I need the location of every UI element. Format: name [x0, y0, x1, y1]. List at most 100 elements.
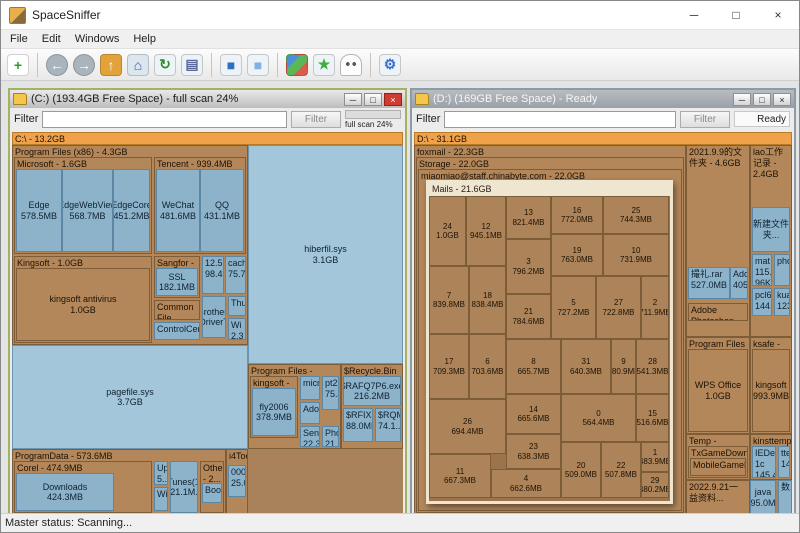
treemap-file-block[interactable]: 撮礼.rar 527.0MB [688, 267, 730, 299]
treemap-root-header[interactable]: D:\ - 31.1GB [414, 132, 792, 145]
ghost-filter-button[interactable] [339, 53, 363, 77]
treemap-mail-folder[interactable]: 18 838.4MB [469, 266, 506, 334]
treemap-mail-folder[interactable]: 6 703.6MB [469, 334, 506, 399]
treemap-mail-folder[interactable]: 23 638.3MB [506, 434, 561, 469]
treemap-mail-folder[interactable]: 26 694.4MB [429, 399, 506, 454]
treemap-folder[interactable]: Common File... [154, 300, 200, 320]
treemap-mail-folder[interactable]: 15 516.6MB [636, 394, 669, 442]
treemap-file-block[interactable]: Wir... [154, 487, 168, 511]
treemap-folder[interactable]: Adobe Photoshop CS... [688, 303, 748, 321]
treemap-file-block[interactable]: EdgeCore 451.2MB [113, 169, 150, 252]
treemap-file-block[interactable]: mat 115.8 96K [752, 254, 772, 286]
treemap-mail-folder[interactable]: 2 711.9MB [641, 276, 669, 339]
treemap-file-block[interactable]: QQ 431.1MB [200, 169, 244, 252]
treemap-file-block[interactable]: cach 75.7M [225, 256, 246, 294]
treemap-file-block[interactable]: Thunder... [228, 296, 246, 316]
treemap-file-block[interactable]: Pho 21.8M [322, 426, 339, 447]
treemap-mail-folder[interactable]: 10 731.9MB [603, 234, 669, 276]
treemap-mail-folder[interactable]: 31 640.3MB [561, 339, 611, 394]
treemap-mail-folder[interactable]: 0 564.4MB [561, 394, 636, 442]
treemap-file-block[interactable]: Up 5... [154, 461, 168, 485]
treemap-mail-folder[interactable]: 1 483.9MB [641, 442, 669, 472]
treemap-file-block[interactable]: $RFIX... 88.0MB [343, 408, 373, 442]
drive-d-window[interactable]: (D:) (169GB Free Space) - Ready ─ □ × Fi… [410, 88, 796, 513]
treemap-file-block[interactable]: Edge 578.5MB [16, 169, 62, 252]
treemap-file-block[interactable]: ControlCenter... [154, 322, 200, 340]
drive-c-window[interactable]: (C:) (193.4GB Free Space) - full scan 24… [8, 88, 407, 513]
menu-edit[interactable]: Edit [35, 32, 68, 46]
treemap-file-block[interactable]: IEDe 1c 145.4... [752, 446, 776, 478]
treemap-root-header[interactable]: C:\ - 13.2GB [12, 132, 403, 145]
minimize-button[interactable]: ─ [673, 1, 715, 29]
treemap-mail-folder[interactable]: 7 839.8MB [429, 266, 469, 334]
menu-windows[interactable]: Windows [68, 32, 127, 46]
treemap-mail-folder[interactable]: 16 772.0MB [551, 196, 603, 234]
treemap-mail-folder[interactable]: 11 667.3MB [429, 454, 491, 498]
treemap-file-block[interactable]: $RAFQ7P6.exe 216.2MB [343, 376, 401, 406]
treemap-mail-folder[interactable]: 9 580.9MB [611, 339, 636, 394]
treemap-file-block[interactable]: hiberfil.sys 3.1GB [248, 145, 403, 364]
filter-input[interactable] [444, 111, 676, 128]
treemap-file-block[interactable]: 数... [778, 480, 792, 513]
child-maximize-button[interactable]: □ [364, 93, 382, 106]
menu-file[interactable]: File [3, 32, 35, 46]
treemap-mail-folder[interactable]: 27 722.8MB [596, 276, 641, 339]
rescan-button[interactable]: ↻ [153, 53, 177, 77]
treemap-folder[interactable]: kingsoft antivirus 1.0GB [16, 268, 150, 341]
treemap-mail-folder[interactable]: 5 727.2MB [551, 276, 596, 339]
treemap-mail-folder[interactable]: 12 945.1MB [466, 196, 506, 266]
less-detail-button[interactable]: ■ [219, 53, 243, 77]
new-scan-button[interactable]: + [6, 53, 30, 77]
filter-button[interactable]: Filter [680, 111, 730, 128]
treemap-file-block[interactable]: Boo... [202, 483, 222, 503]
treemap-mail-folder[interactable]: 28 541.3MB [636, 339, 669, 394]
treemap-file-block[interactable]: tte 14... [778, 446, 790, 478]
treemap-mail-folder[interactable]: 14 665.6MB [506, 394, 561, 434]
treemap-file-block[interactable]: $RQM 74.1... [375, 408, 401, 442]
drive-d-title-bar[interactable]: (D:) (169GB Free Space) - Ready ─ □ × [412, 90, 794, 108]
treemap-file-block[interactable]: photoshop... [774, 254, 790, 286]
treemap-file-block[interactable]: 0002 25.0... [228, 465, 246, 497]
treemap-mail-folder[interactable]: 17 709.3MB [429, 334, 469, 399]
up-button[interactable]: ↑ [99, 53, 123, 77]
treemap-folder[interactable]: WPS Office 1.0GB [688, 349, 748, 432]
treemap-file-block[interactable]: Adobe... [300, 402, 320, 424]
configuration-button[interactable]: ⚙ [378, 53, 402, 77]
treemap-mail-folder[interactable]: 24 1.0GB [429, 196, 466, 266]
child-minimize-button[interactable]: ─ [344, 93, 362, 106]
treemap-mail-folder[interactable]: 13 821.4MB [506, 196, 551, 239]
treemap-file-block[interactable]: Adobe 405MB [730, 267, 748, 299]
child-close-button[interactable]: × [384, 93, 402, 106]
back-button[interactable]: ← [45, 53, 69, 77]
treemap-file-block[interactable]: micros... [300, 376, 320, 400]
child-restore-button[interactable]: □ [753, 93, 771, 106]
menu-help[interactable]: Help [126, 32, 163, 46]
treemap-file-block[interactable]: EdgeWebView 568.7MB [62, 169, 113, 252]
treemap-file-block[interactable]: pcl64 144.3... [752, 288, 772, 316]
treemap-mail-folder[interactable]: 25 744.3MB [603, 196, 669, 234]
treemap-file-block[interactable]: Wi 2.3 [228, 318, 246, 340]
treemap-mail-folder[interactable]: 21 784.6MB [506, 294, 551, 339]
child-close-button[interactable]: × [773, 93, 791, 106]
maximize-button[interactable]: □ [715, 1, 757, 29]
treemap-file-block[interactable]: WeChat 481.6MB [156, 169, 200, 252]
more-detail-button[interactable]: ■ [246, 53, 270, 77]
export-button[interactable]: ▤ [180, 53, 204, 77]
treemap-file-block[interactable]: Brother- DriverT [202, 296, 226, 338]
treemap-file-block[interactable]: 12.5.0 98.4M [202, 256, 224, 294]
filter-button[interactable]: Filter [291, 111, 341, 128]
treemap-mail-folder[interactable]: 19 763.0MB [551, 234, 603, 276]
forward-button[interactable]: → [72, 53, 96, 77]
file-class-button[interactable]: ▦ [285, 53, 309, 77]
treemap-mail-folder[interactable]: 8 665.7MB [506, 339, 561, 394]
treemap-file-block[interactable]: java 95.0M [750, 480, 776, 513]
treemap-mail-folder[interactable]: 4 662.6MB [491, 469, 561, 498]
treemap-file-block[interactable]: pt25 75.4... [322, 376, 339, 410]
treemap-file-block[interactable]: pagefile.sys 3.7GB [12, 345, 248, 449]
treemap-mail-folder[interactable]: 3 796.2MB [506, 239, 551, 294]
filter-star-button[interactable]: ★ [312, 53, 336, 77]
treemap-file-block[interactable]: 新建文件夹... [752, 207, 790, 252]
drive-c-title-bar[interactable]: (C:) (193.4GB Free Space) - full scan 24… [10, 90, 405, 108]
child-minimize-button[interactable]: ─ [733, 93, 751, 106]
treemap-mail-folder[interactable]: 29 480.2MB [641, 472, 669, 498]
